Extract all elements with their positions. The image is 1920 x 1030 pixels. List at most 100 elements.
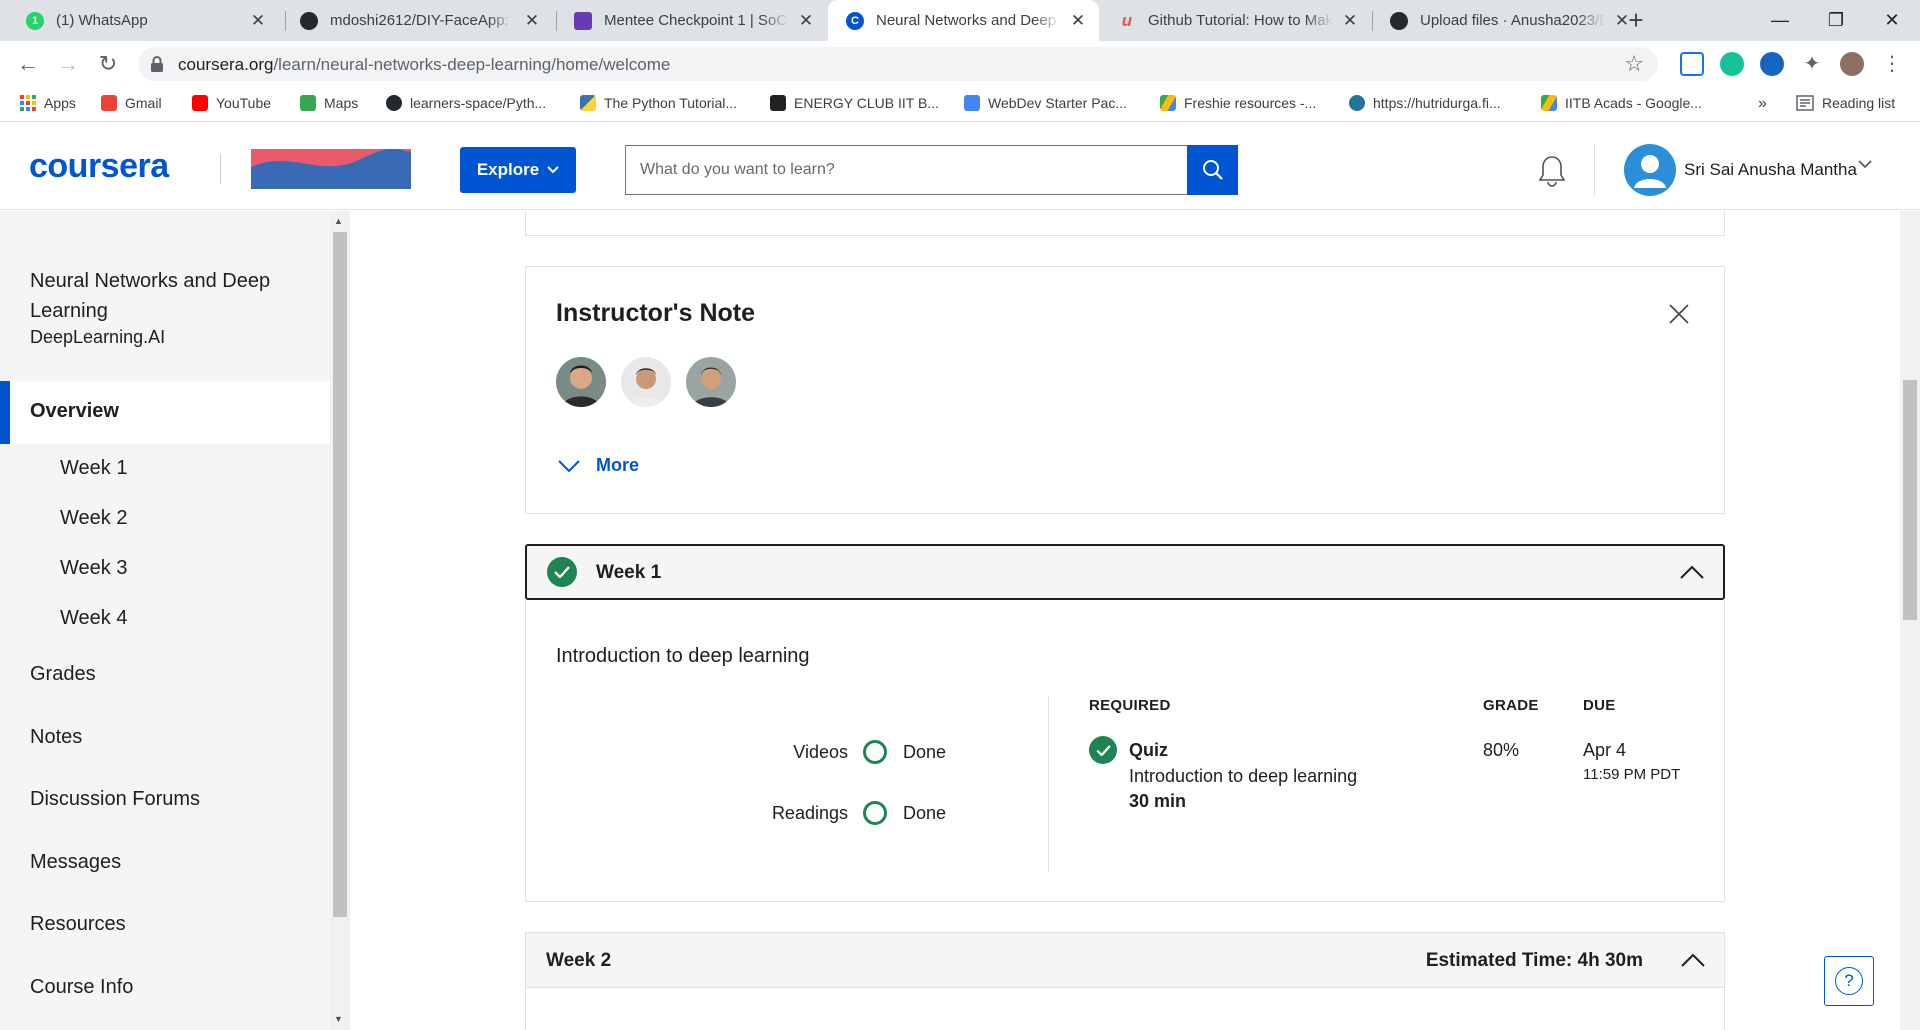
- bookmark-python-tutorial[interactable]: The Python Tutorial...: [580, 95, 737, 111]
- search-button[interactable]: [1187, 145, 1238, 195]
- window-close-button[interactable]: ✕: [1864, 0, 1920, 41]
- help-button[interactable]: ?: [1824, 956, 1874, 1006]
- more-button[interactable]: More: [558, 455, 639, 476]
- instructor-note-title: Instructor's Note: [556, 299, 756, 327]
- quiz-due-date: Apr 4: [1583, 740, 1627, 760]
- back-button[interactable]: ←: [12, 48, 44, 80]
- new-tab-button[interactable]: +: [1620, 4, 1652, 36]
- bookmark-maps[interactable]: Maps: [300, 95, 358, 111]
- user-avatar[interactable]: [1624, 144, 1676, 196]
- partner-banner[interactable]: [251, 149, 411, 189]
- sidebar-item-notes[interactable]: Notes: [30, 726, 82, 749]
- udemy-icon: u: [1121, 10, 1133, 30]
- coursera-header: coursera Explore What do you want to lea…: [0, 122, 1920, 210]
- close-tab-icon[interactable]: ✕: [249, 11, 267, 31]
- sidebar-item-overview[interactable]: Overview: [0, 381, 330, 444]
- chevron-up-icon[interactable]: [1681, 953, 1705, 967]
- course-title[interactable]: Neural Networks and Deep Learning: [30, 266, 310, 326]
- bookmark-learners-space[interactable]: learners-space/Pyth...: [386, 95, 546, 111]
- address-bar[interactable]: coursera.org/learn/neural-networks-deep-…: [138, 47, 1658, 81]
- page-scrollbar[interactable]: [1900, 211, 1920, 1030]
- chevron-down-icon[interactable]: [1858, 160, 1872, 169]
- browser-tab-github-faceapp[interactable]: mdoshi2612/DIY-FaceApp: D ✕: [282, 0, 553, 41]
- extension-icon[interactable]: [1760, 52, 1784, 76]
- browser-tab-mentee-checkpoint[interactable]: Mentee Checkpoint 1 | SoC 2 ✕: [556, 0, 827, 41]
- github-icon: [1390, 11, 1408, 30]
- reading-list-button[interactable]: Reading list: [1796, 95, 1895, 111]
- reading-list-icon: [1796, 95, 1814, 111]
- bookmark-hutridurga[interactable]: https://hutridurga.fi...: [1349, 95, 1501, 111]
- instructor-note-card: Instructor's Note More: [525, 266, 1725, 514]
- sidebar-item-resources[interactable]: Resources: [30, 913, 126, 936]
- quiz-duration: 30 min: [1129, 791, 1187, 811]
- bookmark-energy-club[interactable]: ENERGY CLUB IIT B...: [770, 95, 939, 111]
- minimize-button[interactable]: —: [1752, 0, 1808, 41]
- close-tab-icon[interactable]: ✕: [797, 11, 815, 31]
- sidebar-item-week-3[interactable]: Week 3: [60, 557, 127, 580]
- github-icon: [386, 95, 402, 111]
- browser-tab-strip: 1 (1) WhatsApp ✕ mdoshi2612/DIY-FaceApp:…: [0, 0, 1920, 41]
- close-icon[interactable]: [1668, 303, 1690, 325]
- quiz-type[interactable]: Quiz: [1129, 740, 1168, 761]
- maximize-button[interactable]: ❐: [1808, 0, 1864, 41]
- instructor-photo-icon: [556, 357, 606, 407]
- close-tab-icon[interactable]: ✕: [523, 11, 541, 31]
- bookmark-apps[interactable]: Apps: [20, 95, 76, 111]
- grammarly-icon[interactable]: [1720, 52, 1744, 76]
- instructor-avatar[interactable]: [556, 357, 606, 407]
- banner-graphic-icon: [251, 149, 411, 189]
- extension-icon[interactable]: [1680, 52, 1704, 76]
- close-tab-icon[interactable]: ✕: [1069, 11, 1087, 31]
- profile-avatar-icon[interactable]: [1840, 52, 1864, 76]
- sidebar-item-week-2[interactable]: Week 2: [60, 507, 127, 530]
- wix-icon: [770, 95, 786, 111]
- reload-button[interactable]: ↻: [92, 48, 124, 80]
- sidebar-item-week-1[interactable]: Week 1: [60, 457, 127, 480]
- required-column-header: REQUIRED: [1089, 697, 1171, 714]
- previous-card: [525, 211, 1725, 236]
- forward-button[interactable]: →: [52, 48, 84, 80]
- week-2-content: [525, 988, 1725, 1030]
- chevron-up-icon[interactable]: [1680, 565, 1704, 579]
- quiz-due-time: 11:59 PM PDT: [1583, 766, 1681, 783]
- explore-button[interactable]: Explore: [460, 147, 576, 193]
- url-text: coursera.org/learn/neural-networks-deep-…: [178, 55, 671, 74]
- page-scrollbar-thumb[interactable]: [1903, 380, 1917, 620]
- search-input[interactable]: What do you want to learn?: [625, 145, 1188, 195]
- notification-bell-icon[interactable]: [1536, 154, 1568, 188]
- bookmark-webdev[interactable]: WebDev Starter Pac...: [964, 95, 1127, 111]
- bookmark-star-icon[interactable]: ☆: [1624, 51, 1644, 77]
- bookmark-freshie[interactable]: Freshie resources -...: [1160, 95, 1316, 111]
- bookmark-iitb-acads[interactable]: IITB Acads - Google...: [1541, 95, 1702, 111]
- week-1-header[interactable]: Week 1: [525, 544, 1725, 600]
- sidebar-item-course-info[interactable]: Course Info: [30, 976, 133, 999]
- checkmark-icon: [547, 557, 577, 587]
- week-1-content: Introduction to deep learning Videos Don…: [525, 600, 1725, 902]
- instructor-avatar[interactable]: [686, 357, 736, 407]
- puzzle-extensions-icon[interactable]: ✦: [1800, 52, 1824, 76]
- browser-tab-coursera[interactable]: C Neural Networks and Deep L ✕: [828, 0, 1099, 41]
- close-tab-icon[interactable]: ✕: [1341, 11, 1359, 31]
- browser-toolbar: ← → ↻ coursera.org/learn/neural-networks…: [0, 41, 1920, 87]
- browser-tab-upload-files[interactable]: Upload files · Anusha2023/D ✕: [1372, 0, 1643, 41]
- scroll-up-arrow-icon[interactable]: ▲: [334, 216, 343, 226]
- bookmark-youtube[interactable]: YouTube: [192, 95, 271, 111]
- bookmarks-overflow-button[interactable]: »: [1758, 95, 1767, 113]
- scroll-down-arrow-icon[interactable]: ▼: [334, 1014, 343, 1024]
- sidebar-item-week-4[interactable]: Week 4: [60, 607, 127, 630]
- quiz-name[interactable]: Introduction to deep learning: [1129, 766, 1357, 787]
- chrome-menu-icon[interactable]: ⋮: [1880, 52, 1904, 76]
- user-name[interactable]: Sri Sai Anusha Mantha: [1684, 160, 1857, 180]
- instructor-avatar[interactable]: [621, 357, 671, 407]
- sidebar-item-grades[interactable]: Grades: [30, 663, 96, 686]
- sidebar-item-discussion-forums[interactable]: Discussion Forums: [30, 788, 200, 811]
- browser-tab-whatsapp[interactable]: 1 (1) WhatsApp ✕: [8, 0, 279, 41]
- lock-icon: [151, 56, 163, 72]
- coursera-logo[interactable]: coursera: [29, 147, 169, 186]
- browser-tab-github-tutorial[interactable]: u Github Tutorial: How to Mak ✕: [1100, 0, 1371, 41]
- sidebar-item-messages[interactable]: Messages: [30, 851, 121, 874]
- week-2-header[interactable]: Week 2 Estimated Time: 4h 30m: [525, 932, 1725, 988]
- drive-icon: [1541, 95, 1557, 111]
- bookmark-gmail[interactable]: Gmail: [101, 95, 162, 111]
- sidebar-scrollbar-thumb[interactable]: [333, 232, 347, 917]
